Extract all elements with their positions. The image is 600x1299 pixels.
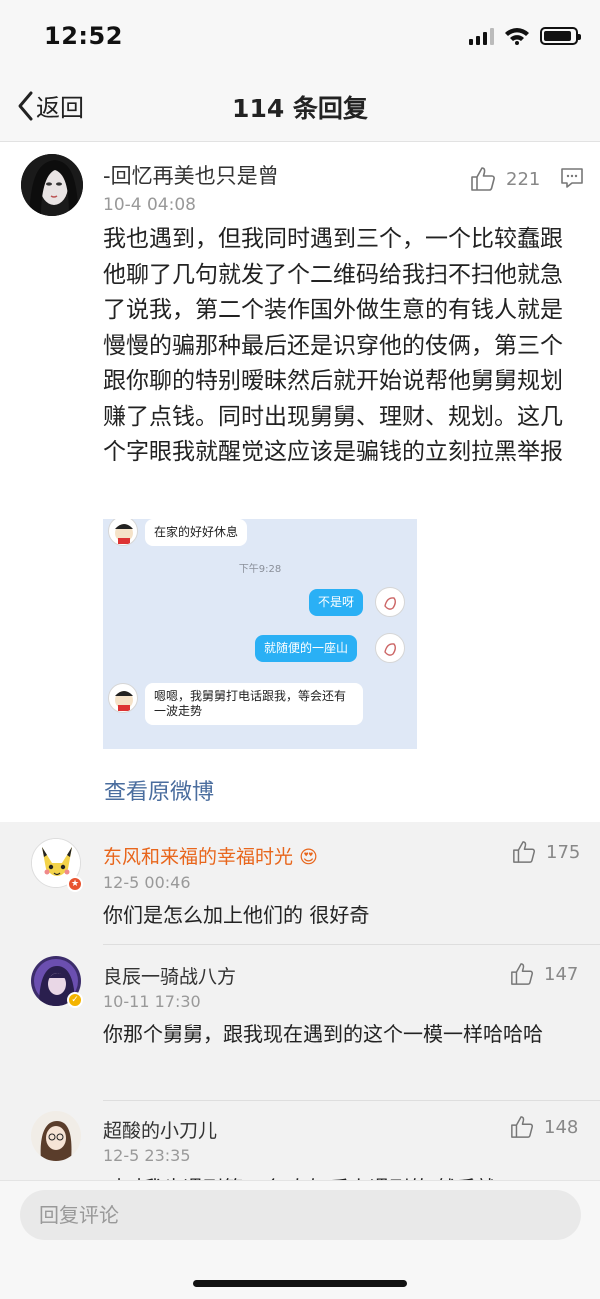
- thumbs-up-icon: [471, 167, 495, 191]
- verified-badge-icon: ✓: [67, 992, 83, 1008]
- wifi-icon: [505, 28, 529, 45]
- chat-avatar: [108, 683, 138, 713]
- reply-button[interactable]: [560, 166, 584, 194]
- divider: [103, 944, 600, 945]
- chat-message: 在家的好好休息: [145, 519, 248, 546]
- list-item: ★ 东风和来福的幸福时光 😍 12-5 00:46 175 你们是怎么加上他们的…: [0, 822, 600, 948]
- chat-avatar: [375, 587, 405, 617]
- reply-time: 12-5 23:35: [103, 1146, 191, 1165]
- comment-body: 我也遇到，但我同时遇到三个，一个比较蠢跟他聊了几句就发了个二维码给我扫不扫他就急…: [103, 226, 563, 465]
- status-icons: [469, 26, 581, 45]
- chat-message-partial: [103, 749, 417, 755]
- chat-avatar: [108, 519, 138, 546]
- avatar[interactable]: [21, 154, 83, 216]
- bottom-bar: 回复评论: [0, 1180, 600, 1299]
- reply-author[interactable]: 良辰一骑战八方: [103, 962, 236, 989]
- like-button[interactable]: 147: [510, 962, 578, 986]
- like-count: 175: [546, 841, 581, 863]
- reply-input[interactable]: 回复评论: [20, 1190, 581, 1240]
- reply-time: 10-11 17:30: [103, 992, 201, 1011]
- comment-icon: [561, 168, 583, 188]
- reply-text: 你们是怎么加上他们的 很好奇: [103, 903, 370, 927]
- like-button[interactable]: 148: [510, 1115, 578, 1139]
- thumbs-up-icon: [513, 841, 536, 863]
- comment-time: 10-4 04:08: [103, 195, 196, 215]
- like-count: 148: [544, 1116, 579, 1138]
- list-item: 超酸的小刀儿 12-5 23:35 148 对对我也遇到第三个 左知乎上遇到的 …: [0, 1102, 600, 1182]
- chat-message: 嗯嗯，我舅舅打电话跟我，等会还有一波走势: [145, 683, 363, 725]
- author-name[interactable]: -回忆再美也只是曾: [103, 160, 279, 190]
- thumbs-up-icon: [511, 963, 534, 985]
- reply-list: ★ 东风和来福的幸福时光 😍 12-5 00:46 175 你们是怎么加上他们的…: [0, 822, 600, 1182]
- battery-icon: [540, 26, 581, 45]
- like-count: 147: [544, 963, 579, 985]
- view-original-link[interactable]: 查看原微博: [104, 774, 214, 806]
- like-button[interactable]: 221: [470, 166, 540, 192]
- page-title: 114 条回复: [232, 94, 368, 123]
- reply-author-name: 东风和来福的幸福时光: [103, 846, 294, 868]
- verified-badge-icon: ★: [67, 876, 83, 892]
- reply-author[interactable]: 东风和来福的幸福时光 😍: [103, 842, 318, 869]
- main-comment: -回忆再美也只是曾 10-4 04:08 221 我也遇到，但我同时遇到三个，一…: [0, 142, 600, 822]
- signal-icon: [469, 27, 494, 45]
- divider: [103, 1100, 600, 1101]
- reply-text: 你那个舅舅，跟我现在遇到的这个一模一样哈哈哈: [103, 1022, 543, 1046]
- chat-avatar: [375, 633, 405, 663]
- reply-author[interactable]: 超酸的小刀儿: [103, 1116, 217, 1143]
- reply-time: 12-5 00:46: [103, 873, 191, 892]
- nav-bar: 返回 114 条回复: [0, 70, 600, 142]
- list-item: ✓ 良辰一骑战八方 10-11 17:30 147 你那个舅舅，跟我现在遇到的这…: [0, 948, 600, 1102]
- status-bar: 12:52: [0, 0, 600, 70]
- chat-message: 就随便的一座山: [255, 635, 358, 662]
- status-time: 12:52: [44, 22, 123, 50]
- home-indicator: [193, 1280, 407, 1287]
- chat-timestamp: 下午9:28: [238, 564, 282, 575]
- like-button[interactable]: 175: [512, 840, 580, 864]
- embedded-chat-image[interactable]: 在家的好好休息 下午9:28 不是呀 就随便的一座山 嗯嗯，我舅舅打电话跟我，等…: [103, 519, 417, 755]
- like-count: 221: [506, 168, 541, 190]
- thumbs-up-icon: [511, 1116, 534, 1138]
- avatar[interactable]: [31, 1111, 81, 1161]
- emoji-icon: 😍: [299, 847, 318, 868]
- chat-message: 不是呀: [309, 589, 364, 616]
